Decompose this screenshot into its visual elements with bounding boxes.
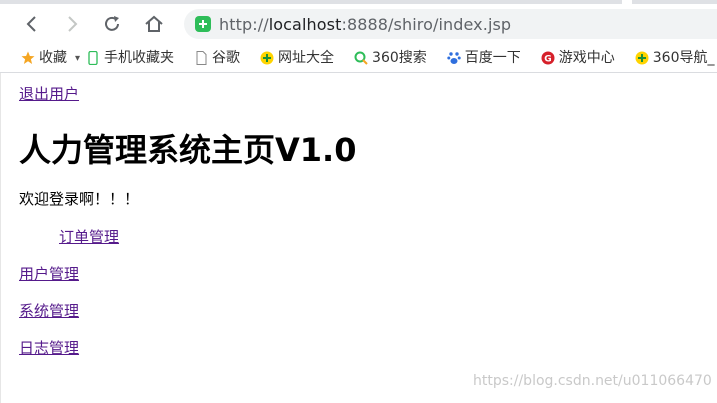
shield-icon [195,16,211,32]
home-button[interactable] [140,10,168,38]
bookmark-url-directory[interactable]: 网址大全 [260,44,334,72]
phone-icon [86,51,100,65]
welcome-text: 欢迎登录啊！！！ [19,190,140,208]
globe-icon [635,51,649,65]
back-arrow-icon [26,16,36,32]
bookmark-mobile[interactable]: 手机收藏夹 [86,44,174,72]
chevron-down-icon[interactable]: ▾ [75,53,80,64]
bookmark-baidu[interactable]: 百度一下 [447,44,521,72]
order-management-link[interactable]: 订单管理 [59,226,119,247]
bookmark-game-center[interactable]: G 游戏中心 [541,44,615,72]
log-management-link[interactable]: 日志管理 [19,337,79,358]
globe-icon [260,51,274,65]
bookmarks-bar: 收藏 ▾ 手机收藏夹 谷歌 网址大全 360搜索 百度一下 G 游戏中心 360… [0,44,717,73]
reload-button[interactable] [98,10,126,38]
browser-toolbar: http://localhost:8888/shiro/index.jsp [0,4,717,44]
star-icon [21,51,35,65]
bookmark-favorites[interactable]: 收藏 ▾ [21,44,80,72]
bookmark-360-search[interactable]: 360搜索 [354,44,427,72]
system-management-link[interactable]: 系统管理 [19,300,79,321]
game-icon: G [541,51,555,65]
reload-icon [105,16,119,31]
forward-arrow-icon [68,16,78,32]
paw-icon [447,51,461,65]
forward-button[interactable] [58,10,86,38]
user-management-link[interactable]: 用户管理 [19,263,79,284]
svg-text:G: G [544,55,551,65]
bookmark-google[interactable]: 谷歌 [194,44,240,72]
page-content: 退出用户 人力管理系统主页V1.0 欢迎登录啊！！！ 订单管理 用户管理 系统管… [0,73,717,403]
page-icon [194,51,208,65]
watermark: https://blog.csdn.net/u011066470 [473,373,712,389]
address-bar[interactable]: http://localhost:8888/shiro/index.jsp [184,9,717,39]
back-button[interactable] [18,10,46,38]
page-title: 人力管理系统主页V1.0 [19,131,357,169]
home-icon [145,15,163,32]
search-icon [354,51,368,65]
bookmark-360-nav[interactable]: 360导航_ [635,44,715,72]
url-text[interactable]: http://localhost:8888/shiro/index.jsp [219,15,511,34]
logout-link[interactable]: 退出用户 [19,83,79,104]
